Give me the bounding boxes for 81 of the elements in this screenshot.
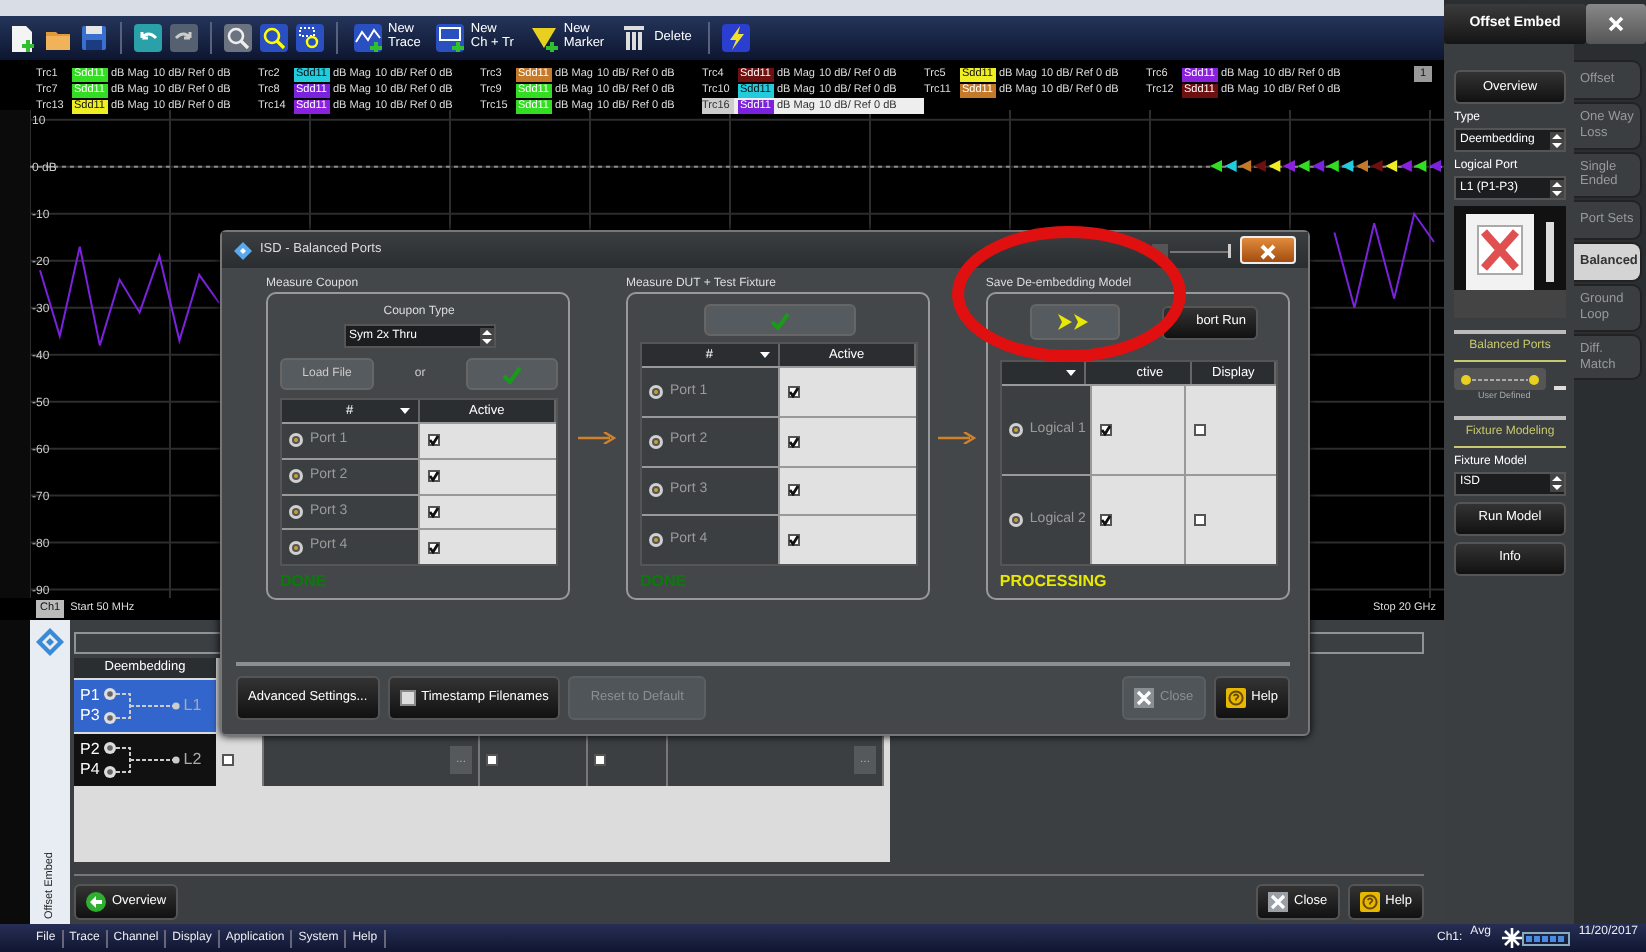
- undo-icon[interactable]: [134, 24, 162, 52]
- port-connection-drawing: [103, 742, 180, 778]
- logical-port-label: L2: [183, 748, 202, 772]
- spinner-icon: [1550, 179, 1564, 197]
- level-bar-icon: [1522, 931, 1571, 945]
- channel-plus-icon: [436, 24, 465, 52]
- port-label: P1: [80, 686, 100, 706]
- zoom-icon[interactable]: [260, 24, 288, 52]
- zoom-area-icon[interactable]: [296, 24, 324, 52]
- flow-arrow: [937, 432, 978, 444]
- slider-drawing[interactable]: [1152, 243, 1232, 257]
- checkbox[interactable]: [427, 541, 440, 554]
- checkbox[interactable]: [787, 534, 800, 547]
- port-label: P2: [80, 740, 100, 760]
- dash-icon: [1554, 386, 1566, 390]
- checkbox[interactable]: [427, 470, 440, 483]
- checkbox[interactable]: [1193, 514, 1206, 526]
- port-pair-icon: [1454, 368, 1546, 390]
- status-label: PROCESSING: [999, 572, 1109, 592]
- logo-icon: [36, 628, 64, 656]
- checkbox[interactable]: [486, 754, 498, 766]
- close-icon: [1134, 688, 1154, 708]
- checkbox[interactable]: [399, 690, 416, 706]
- checkbox[interactable]: [1100, 424, 1113, 436]
- trace-plus-icon: [354, 24, 382, 52]
- port-connector-icon: [1007, 422, 1024, 438]
- checkbox[interactable]: [787, 484, 800, 497]
- caret-icon[interactable]: [399, 408, 410, 414]
- close-button[interactable]: [1240, 236, 1296, 264]
- port-label: P4: [80, 760, 100, 780]
- checkmark-icon: [502, 365, 523, 383]
- double-arrow-icon: [1058, 314, 1091, 330]
- back-arrow-icon: [86, 892, 106, 912]
- checkbox[interactable]: [222, 754, 234, 766]
- redo-icon[interactable]: [170, 24, 198, 52]
- flow-arrow: [578, 432, 619, 444]
- checkbox[interactable]: [1100, 514, 1113, 526]
- port-connector-icon: [647, 482, 664, 499]
- trash-icon: [620, 24, 649, 52]
- help-icon: [1359, 892, 1380, 912]
- caret-icon[interactable]: [759, 352, 770, 358]
- close-icon: [1608, 15, 1624, 32]
- port-connector-icon: [288, 432, 304, 449]
- port-connector-icon: [288, 468, 304, 485]
- port-connector-icon: [288, 539, 304, 556]
- spinner-icon: [1550, 131, 1564, 149]
- broken-image-icon: [1454, 206, 1566, 318]
- close-icon: [1268, 892, 1288, 912]
- save-icon[interactable]: [80, 24, 108, 52]
- port-connector-icon: [647, 532, 664, 549]
- dialog-icon: [234, 241, 252, 259]
- magnifier-icon[interactable]: [224, 24, 252, 52]
- logical-port-row[interactable]: P1 P3 L1: [74, 680, 216, 732]
- lightning-icon[interactable]: [721, 24, 750, 52]
- port-connector-icon: [647, 383, 664, 400]
- logical-port-row[interactable]: P2 P4 L2: [74, 734, 216, 786]
- status-label: DONE: [639, 572, 689, 592]
- status-label: DONE: [280, 572, 329, 592]
- port-connection-drawing: [103, 688, 180, 724]
- checkbox[interactable]: [427, 434, 440, 447]
- spinner-icon: [479, 327, 494, 345]
- asterisk-icon: [1502, 928, 1523, 948]
- marker-plus-icon: [529, 24, 558, 52]
- port-connector-icon: [288, 503, 304, 520]
- run-button[interactable]: [1029, 304, 1120, 340]
- port-connector-icon: [1007, 512, 1024, 528]
- checkmark-icon: [769, 311, 789, 329]
- new-file-icon[interactable]: [8, 24, 36, 52]
- checkbox[interactable]: [787, 385, 800, 398]
- help-icon: [1225, 688, 1246, 708]
- checkbox[interactable]: [787, 435, 800, 448]
- close-icon: [1260, 243, 1276, 260]
- checkbox[interactable]: [594, 754, 606, 766]
- close-button[interactable]: [1586, 4, 1646, 44]
- caret-icon[interactable]: [1065, 370, 1076, 376]
- checkbox[interactable]: [427, 505, 440, 518]
- logical-port-label: L1: [183, 694, 202, 718]
- checkbox[interactable]: [1193, 424, 1206, 436]
- port-connector-icon: [647, 433, 664, 450]
- spinner-icon: [1550, 474, 1564, 493]
- port-label: P3: [80, 706, 100, 726]
